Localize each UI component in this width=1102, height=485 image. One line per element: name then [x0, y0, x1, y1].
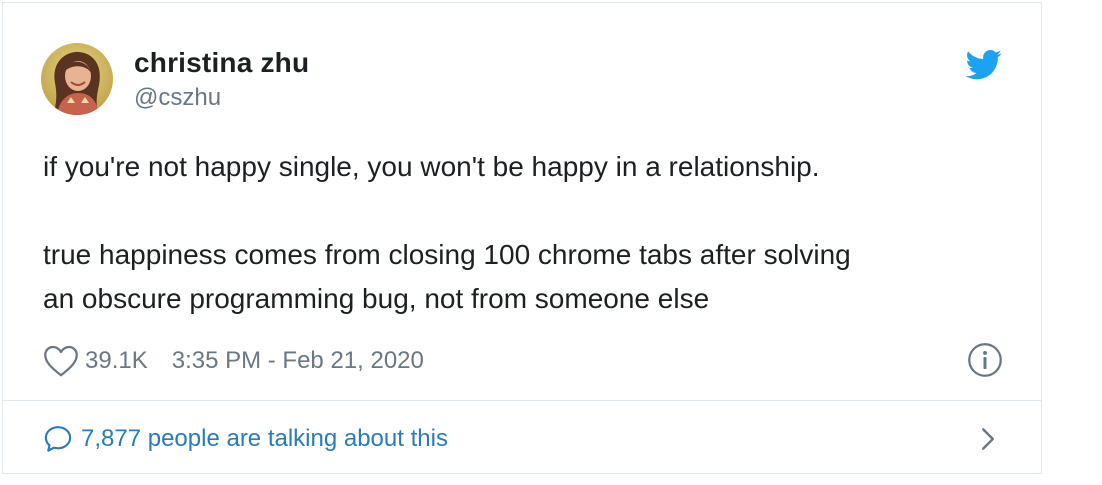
avatar[interactable] — [41, 43, 113, 115]
handle[interactable]: @cszhu — [134, 83, 309, 113]
display-name[interactable]: christina zhu — [134, 45, 309, 81]
tweet-header: christina zhu @cszhu — [41, 43, 1001, 119]
tweet-card: christina zhu @cszhu if you're not happy… — [2, 2, 1042, 474]
like-button[interactable]: 39.1K — [43, 344, 148, 378]
info-icon[interactable] — [967, 342, 1003, 378]
conversation-link[interactable]: 7,877 people are talking about this — [43, 419, 1003, 459]
speech-bubble-icon — [44, 426, 72, 452]
heart-icon — [44, 345, 78, 377]
chevron-right-icon[interactable] — [979, 427, 997, 451]
timestamp[interactable]: 3:35 PM - Feb 21, 2020 — [172, 347, 424, 375]
tweet-meta: 39.1K 3:35 PM - Feb 21, 2020 — [43, 341, 1003, 381]
tweet-paragraph: an obscure programming bug, not from som… — [43, 283, 710, 314]
tweet-text: if you're not happy single, you won't be… — [43, 145, 1003, 321]
author-info[interactable]: christina zhu @cszhu — [134, 45, 309, 113]
twitter-bird-icon[interactable] — [966, 50, 1002, 80]
avatar-photo — [41, 43, 113, 115]
tweet-paragraph: if you're not happy single, you won't be… — [43, 151, 820, 182]
tweet-paragraph: true happiness comes from closing 100 ch… — [43, 239, 851, 270]
like-count[interactable]: 39.1K — [85, 347, 148, 375]
conversation-label[interactable]: 7,877 people are talking about this — [81, 425, 448, 453]
divider — [3, 400, 1041, 401]
